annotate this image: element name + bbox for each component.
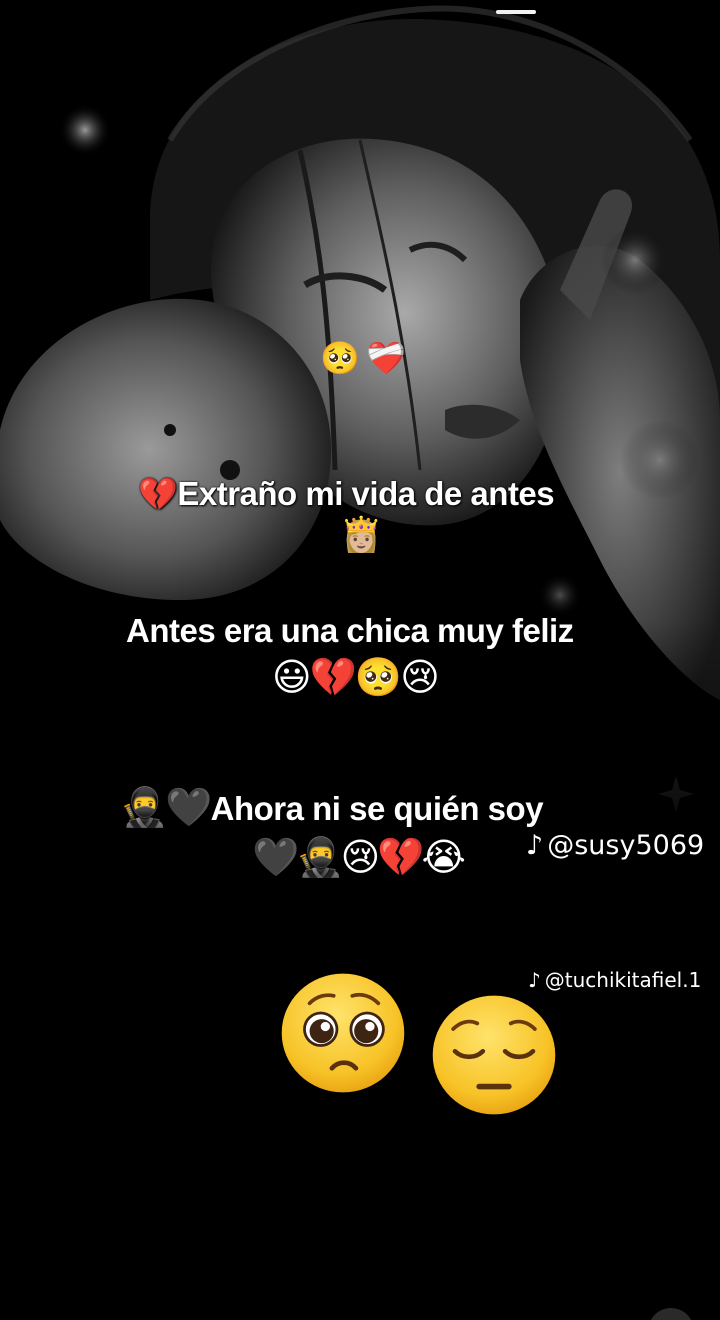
tiktok-icon: ♪	[526, 830, 544, 861]
floating-button[interactable]	[648, 1308, 694, 1320]
pleading-face-icon	[281, 973, 405, 1093]
emoji-row-3: 🖤🥷😢💔😭	[252, 835, 466, 879]
caption-line-1: 💔Extraño mi vida de antes	[138, 475, 555, 513]
watermark-primary-handle: @susy5069	[547, 830, 705, 861]
caption-line-1-text: Extraño mi vida de antes	[177, 475, 555, 512]
video-frame: 🥺 ❤️‍🩹 💔Extraño mi vida de antes 👸🏼 Ante…	[0, 0, 720, 1320]
mending-heart-emoji: ❤️‍🩹	[366, 339, 406, 377]
pleading-face-emoji: 🥺	[320, 339, 360, 377]
tiktok-icon-secondary: ♪	[528, 968, 541, 992]
watermark-secondary: ♪ @tuchikitafiel.1	[528, 968, 701, 992]
caption-line-3-text: Ahora ni se quién soy	[210, 790, 544, 827]
watermark-primary: ♪ @susy5069	[526, 830, 704, 861]
background-photo	[0, 0, 720, 900]
princess-emoji: 👸🏼	[340, 515, 383, 555]
emoji-row-2: 😃💔🥺😢	[272, 655, 440, 699]
caption-line-2: Antes era una chica muy feliz	[126, 612, 574, 649]
watermark-secondary-handle: @tuchikitafiel.1	[544, 968, 702, 992]
ninja-heart-emoji: 🥷🖤	[120, 785, 213, 829]
home-indicator	[496, 10, 536, 14]
caption-line-3: 🥷🖤Ahora ni se quién soy	[120, 785, 544, 829]
pensive-face-icon	[432, 995, 556, 1115]
broken-heart-emoji: 💔	[138, 475, 178, 513]
